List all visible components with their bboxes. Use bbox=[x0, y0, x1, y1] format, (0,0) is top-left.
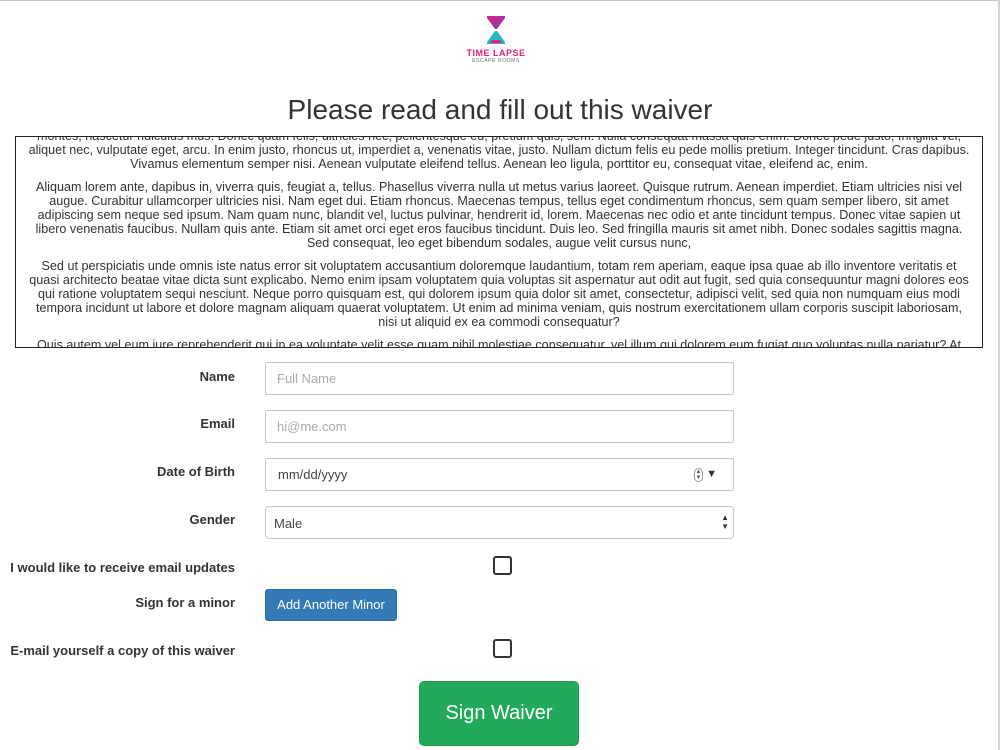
gender-selected-value: Male bbox=[274, 516, 303, 531]
email-copy-label: E-mail yourself a copy of this waiver bbox=[10, 643, 235, 658]
select-arrows-icon: ▲ ▼ bbox=[721, 513, 729, 531]
email-input[interactable] bbox=[265, 410, 734, 443]
brand-logo: TIME LAPSE ESCAPE ROOMS bbox=[462, 14, 530, 74]
hourglass-icon bbox=[487, 16, 505, 44]
waiver-text-box[interactable]: montes, nascetur ridiculus mus. Donec qu… bbox=[15, 136, 983, 348]
email-label: Email bbox=[200, 416, 235, 431]
dob-placeholder: mm/dd/yyyy bbox=[278, 467, 348, 482]
name-label: Name bbox=[199, 369, 235, 384]
calendar-dropdown-icon[interactable]: ▼ bbox=[706, 468, 717, 480]
date-spinner-icon[interactable]: ▲ ▼ bbox=[694, 468, 703, 482]
gender-select[interactable]: Male ▲ ▼ bbox=[265, 506, 734, 539]
email-updates-checkbox[interactable] bbox=[493, 556, 512, 575]
page-title: Please read and fill out this waiver bbox=[287, 94, 713, 125]
gender-label: Gender bbox=[189, 512, 235, 527]
waiver-paragraph: montes, nascetur ridiculus mus. Donec qu… bbox=[28, 136, 970, 171]
window-top-border bbox=[0, 0, 1000, 1]
email-updates-label: I would like to receive email updates bbox=[10, 560, 235, 575]
waiver-text: montes, nascetur ridiculus mus. Donec qu… bbox=[16, 136, 982, 348]
email-copy-checkbox[interactable] bbox=[493, 639, 512, 658]
add-minor-button[interactable]: Add Another Minor bbox=[265, 589, 397, 621]
logo-subtitle: ESCAPE ROOMS bbox=[472, 58, 520, 64]
sign-waiver-button[interactable]: Sign Waiver bbox=[419, 681, 579, 746]
dob-label: Date of Birth bbox=[157, 464, 235, 479]
minor-label: Sign for a minor bbox=[135, 595, 235, 610]
logo-title: TIME LAPSE bbox=[466, 48, 526, 58]
dob-input[interactable]: mm/dd/yyyy ▲ ▼ ▼ bbox=[265, 458, 734, 491]
name-input[interactable] bbox=[265, 362, 734, 395]
waiver-paragraph: Aliquam lorem ante, dapibus in, viverra … bbox=[35, 180, 963, 250]
waiver-paragraph: Sed ut perspiciatis unde omnis iste natu… bbox=[29, 259, 969, 329]
waiver-paragraph: Quis autem vel eum iure reprehenderit qu… bbox=[36, 338, 962, 348]
